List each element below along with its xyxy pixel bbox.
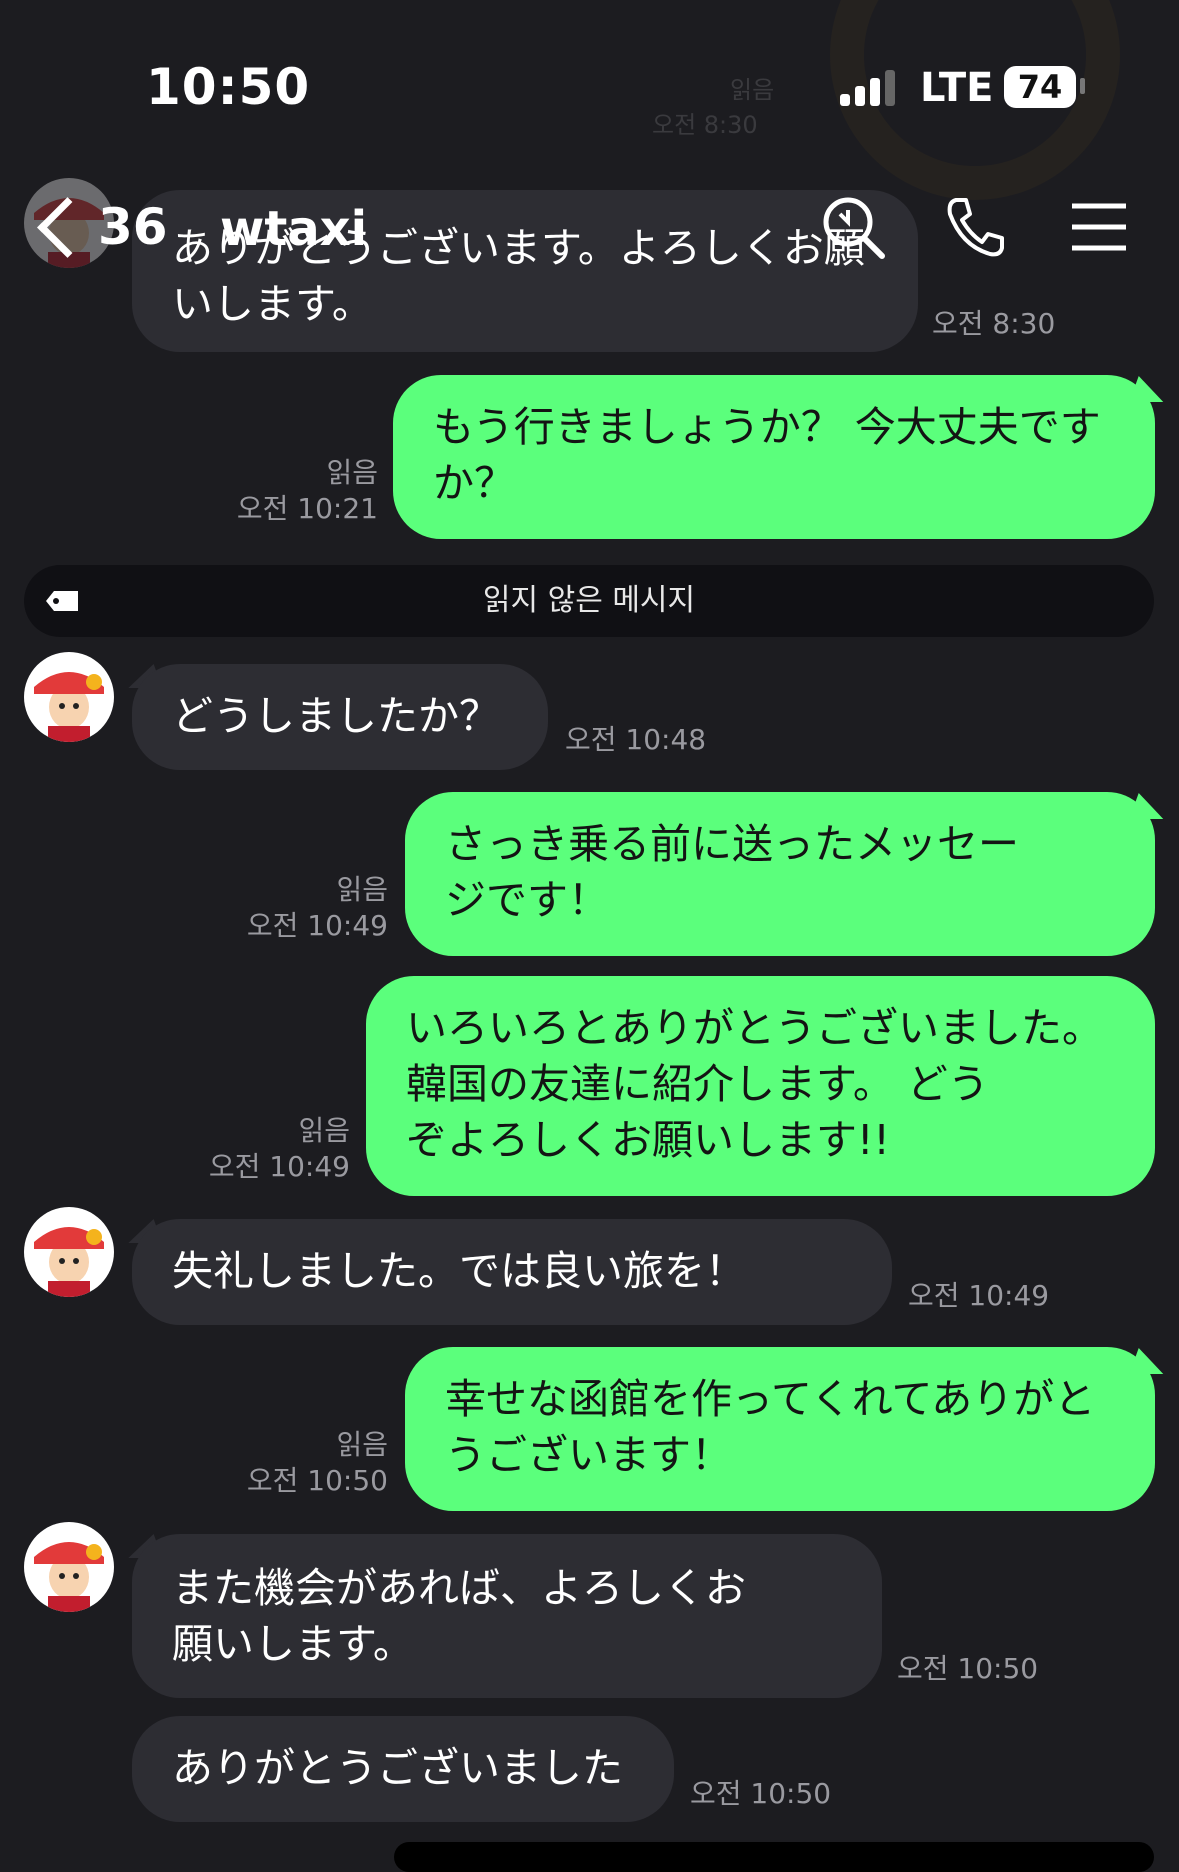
message-timestamp: 오전 10:50: [690, 1777, 832, 1810]
phone-icon[interactable]: [940, 192, 1010, 262]
bubble-tail: [1129, 376, 1173, 402]
network-type: LTE: [920, 65, 994, 111]
unread-divider-label: 읽지 않은 메시지: [482, 583, 696, 618]
message-bubble-incoming[interactable]: また機会があれば、よろしくお 願いします。: [132, 1534, 882, 1698]
menu-icon[interactable]: [1064, 192, 1134, 262]
status-bar: 10:50 읽음 오전 8:30 LTE 74: [0, 0, 1179, 200]
unread-count: 36: [98, 198, 168, 256]
bubble-tail: [1129, 1348, 1173, 1374]
message-timestamp: 오전 10:50: [246, 1464, 388, 1497]
next-message-edge: [394, 1842, 1154, 1872]
search-icon[interactable]: [818, 192, 888, 262]
message-timestamp: 오전 10:49: [908, 1279, 1050, 1312]
message-bubble-incoming[interactable]: どうしましたか？: [132, 664, 548, 770]
message-timestamp: 오전 10:49: [246, 909, 388, 942]
message-timestamp: 오전 10:49: [208, 1150, 350, 1183]
faded-read-receipt: 읽음: [730, 76, 775, 104]
signal-strength-icon: [840, 70, 896, 106]
read-receipt: 읽음: [298, 1114, 350, 1147]
message-timestamp: 오전 10:21: [236, 492, 378, 525]
unread-messages-divider: 읽지 않은 메시지: [24, 565, 1154, 637]
avatar[interactable]: [24, 1207, 114, 1297]
read-receipt: 읽음: [326, 456, 378, 489]
read-receipt: 읽음: [336, 1428, 388, 1461]
avatar[interactable]: [24, 652, 114, 742]
back-button[interactable]: 36: [37, 192, 220, 262]
avatar[interactable]: [24, 1522, 114, 1612]
faded-timestamp: 오전 8:30: [652, 111, 758, 139]
message-bubble-outgoing[interactable]: いろいろとありがとうございました。 韓国の友達に紹介します。 どう ぞよろしくお…: [366, 976, 1155, 1196]
message-timestamp: 오전 10:48: [565, 723, 707, 756]
message-bubble-outgoing[interactable]: もう行きましょうか？ 今大丈夫です か？: [393, 375, 1155, 539]
status-time: 10:50: [146, 58, 311, 116]
battery-tip: [1080, 78, 1085, 94]
message-bubble-outgoing[interactable]: 幸せな函館を作ってくれてありがと うございます！: [405, 1347, 1155, 1511]
message-timestamp: 오전 8:30: [932, 307, 1056, 340]
chat-header: 36 wtaxi: [0, 172, 1179, 290]
read-receipt: 읽음: [336, 873, 388, 906]
message-bubble-incoming[interactable]: 失礼しました。では良い旅を！: [132, 1219, 892, 1325]
message-timestamp: 오전 10:50: [897, 1652, 1039, 1685]
bubble-tail: [1129, 793, 1173, 819]
message-bubble-incoming[interactable]: ありがとうございました: [132, 1716, 674, 1822]
chevron-left-icon: [37, 197, 98, 258]
battery-icon: 74: [1004, 66, 1076, 108]
chat-title: wtaxi: [220, 201, 368, 257]
message-bubble-outgoing[interactable]: さっき乗る前に送ったメッセー ジです！: [405, 792, 1155, 956]
